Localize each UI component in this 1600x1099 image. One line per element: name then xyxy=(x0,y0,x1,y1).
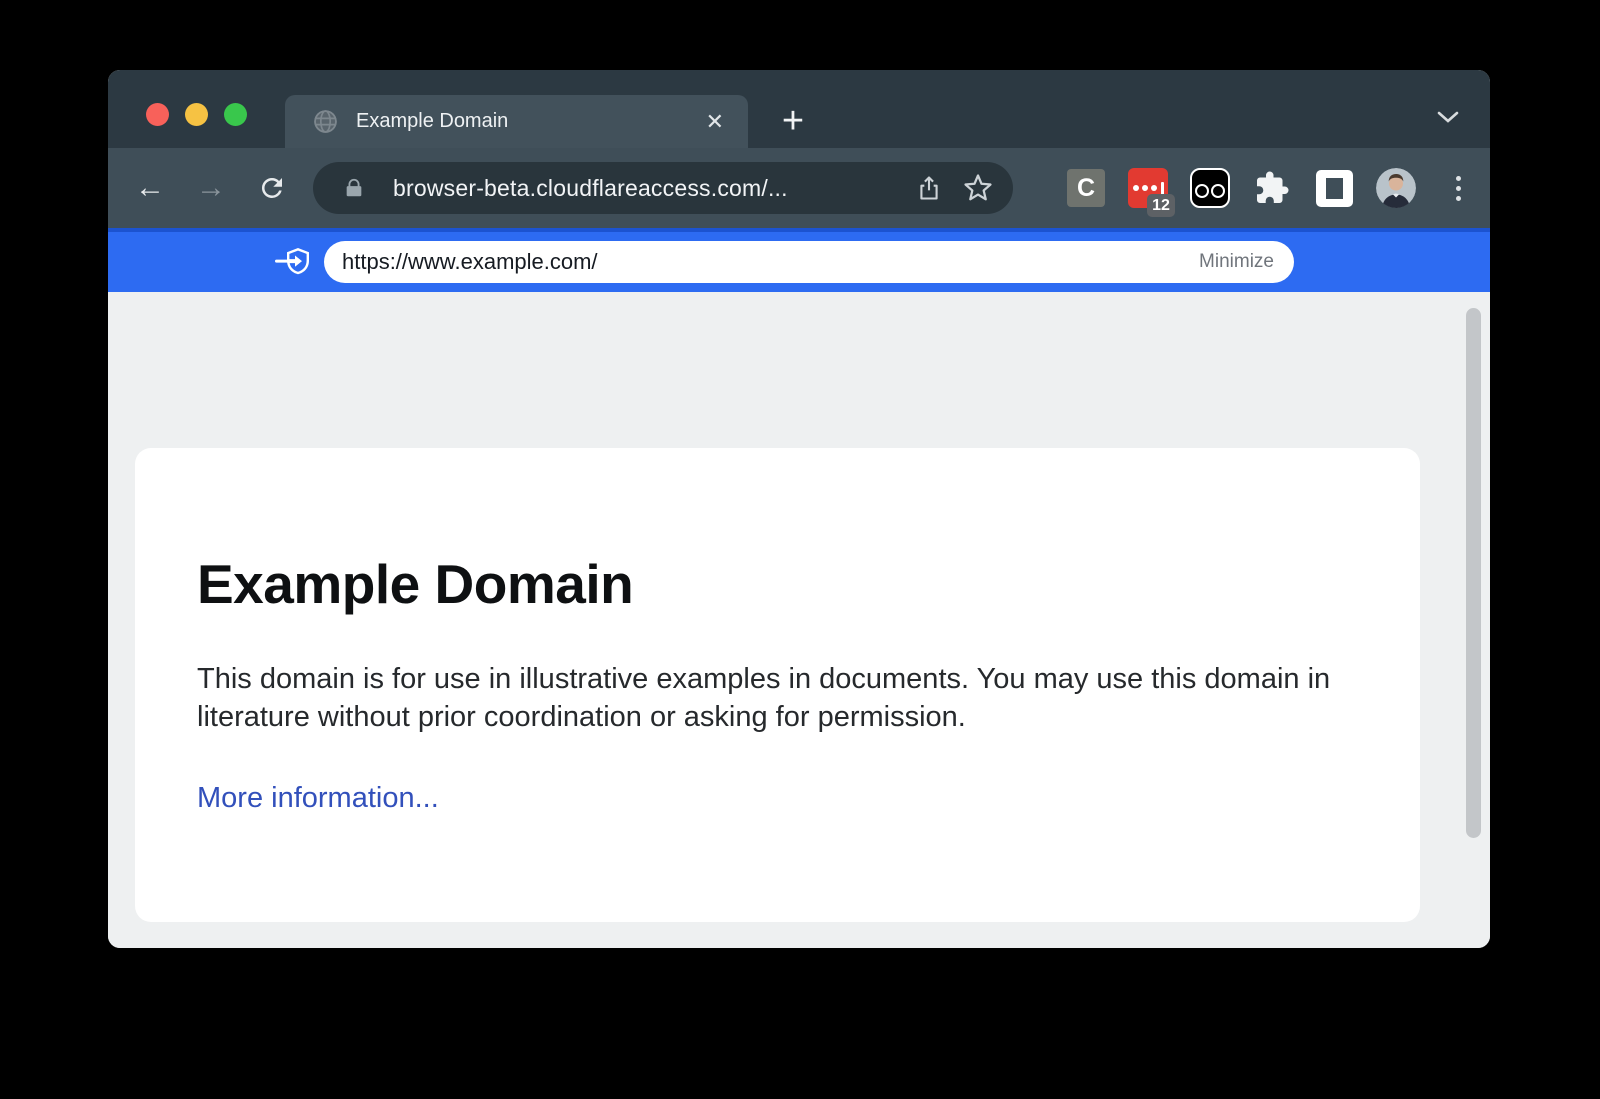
browser-tab[interactable]: Example Domain ✕ xyxy=(285,95,748,148)
more-information-link[interactable]: More information... xyxy=(197,782,439,815)
puzzle-icon xyxy=(1254,170,1290,206)
isolated-url-field[interactable]: https://www.example.com/ Minimize xyxy=(324,241,1294,283)
shield-arrow-icon xyxy=(273,246,315,278)
address-url-text: browser-beta.cloudflareaccess.com/... xyxy=(393,175,895,202)
extension-badge: 12 xyxy=(1147,194,1175,217)
extensions-menu-button[interactable] xyxy=(1251,167,1293,209)
avatar xyxy=(1376,168,1416,208)
extension-c-icon: C xyxy=(1067,169,1105,207)
zoom-window-button[interactable] xyxy=(224,103,247,126)
forward-button[interactable]: → xyxy=(191,168,231,208)
scrollbar[interactable] xyxy=(1466,308,1481,838)
extension-c-button[interactable]: C xyxy=(1065,167,1107,209)
tab-close-icon[interactable]: ✕ xyxy=(706,111,724,133)
isolated-url-text: https://www.example.com/ xyxy=(342,249,1199,275)
reload-button[interactable] xyxy=(252,168,292,208)
glasses-icon xyxy=(1190,168,1230,208)
chevron-down-icon[interactable] xyxy=(1436,110,1460,124)
page-heading: Example Domain xyxy=(197,552,1340,616)
globe-icon xyxy=(313,109,338,134)
minimize-window-button[interactable] xyxy=(185,103,208,126)
back-button[interactable]: ← xyxy=(130,168,170,208)
lock-icon xyxy=(343,176,365,200)
isolation-bar: https://www.example.com/ Minimize xyxy=(108,228,1490,292)
page-paragraph: This domain is for use in illustrative e… xyxy=(197,660,1340,736)
extension-password-button[interactable]: 12 xyxy=(1127,167,1169,209)
browser-menu-button[interactable] xyxy=(1437,167,1479,209)
tab-title: Example Domain xyxy=(356,110,706,133)
content-card: Example Domain This domain is for use in… xyxy=(135,448,1420,922)
titlebar: Example Domain ✕ + xyxy=(108,70,1490,148)
browser-window: Example Domain ✕ + ← → browser-beta.clou… xyxy=(108,70,1490,948)
window-controls xyxy=(146,103,247,126)
minimize-button[interactable]: Minimize xyxy=(1199,251,1274,273)
share-icon[interactable] xyxy=(915,173,943,203)
close-window-button[interactable] xyxy=(146,103,169,126)
profile-avatar[interactable] xyxy=(1375,167,1417,209)
star-icon[interactable] xyxy=(963,173,993,203)
page-viewport: Example Domain This domain is for use in… xyxy=(108,292,1490,948)
kebab-menu-icon xyxy=(1456,176,1461,201)
nav-toolbar: ← → browser-beta.cloudflareaccess.com/..… xyxy=(108,148,1490,228)
new-tab-button[interactable]: + xyxy=(771,102,815,140)
address-bar[interactable]: browser-beta.cloudflareaccess.com/... xyxy=(313,162,1013,214)
extension-glasses-button[interactable] xyxy=(1189,167,1231,209)
side-panel-icon xyxy=(1316,170,1353,207)
side-panel-button[interactable] xyxy=(1313,167,1355,209)
